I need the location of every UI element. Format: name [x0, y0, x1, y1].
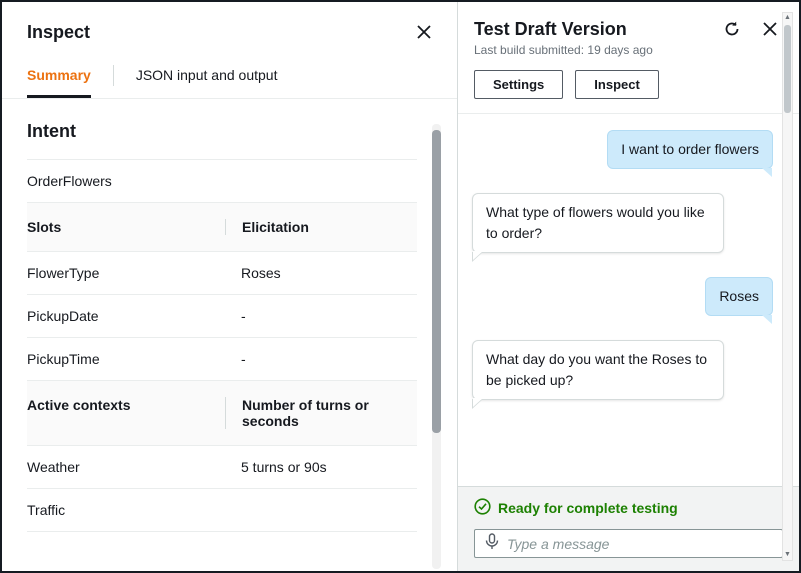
microphone-icon[interactable] [485, 533, 499, 555]
close-icon [761, 26, 779, 41]
last-build-text: Last build submitted: 19 days ago [474, 43, 781, 57]
context-name: Traffic [27, 502, 225, 518]
test-panel-header: Test Draft Version Last build submitte [458, 2, 799, 113]
chat-message-bot: What type of flowers would you like to o… [472, 193, 724, 253]
intent-heading: Intent [27, 99, 417, 160]
tab-separator [113, 65, 114, 86]
elicitation-header-label: Elicitation [225, 219, 417, 235]
contexts-table-header: Active contexts Number of turns or secon… [27, 381, 417, 446]
inspect-close-button[interactable] [413, 21, 435, 43]
table-row: PickupTime - [27, 338, 417, 381]
slot-name: FlowerType [27, 265, 225, 281]
status-text: Ready for complete testing [498, 500, 678, 516]
slot-name: PickupTime [27, 351, 225, 367]
message-input[interactable] [507, 536, 772, 552]
table-row: Traffic [27, 489, 417, 532]
slots-table-header: Slots Elicitation [27, 203, 417, 252]
intent-value: OrderFlowers [27, 173, 225, 189]
scroll-up-icon[interactable]: ▲ [783, 13, 792, 23]
message-input-container [474, 529, 783, 558]
tab-summary[interactable]: Summary [27, 55, 91, 98]
test-panel: Test Draft Version Last build submitte [458, 2, 799, 571]
chat-scrollbar-thumb[interactable] [784, 25, 791, 113]
context-name: Weather [27, 459, 225, 475]
refresh-icon [723, 26, 741, 41]
chat-footer: Ready for complete testing [458, 486, 799, 571]
tab-json-input-output[interactable]: JSON input and output [136, 55, 278, 98]
slots-header-label: Slots [27, 219, 225, 235]
settings-button[interactable]: Settings [474, 70, 563, 99]
inspect-scrollbar[interactable] [432, 124, 441, 569]
status-row: Ready for complete testing [474, 498, 783, 518]
test-close-button[interactable] [759, 18, 781, 40]
inspect-scrollbar-thumb[interactable] [432, 130, 441, 433]
turns-header-label: Number of turns or seconds [225, 397, 417, 429]
scroll-down-icon[interactable]: ▼ [783, 550, 792, 560]
slot-name: PickupDate [27, 308, 225, 324]
inspect-panel: Inspect Summary JSON input and output In… [2, 2, 458, 571]
table-row: FlowerType Roses [27, 252, 417, 295]
slot-value: - [225, 308, 417, 324]
table-row: Weather 5 turns or 90s [27, 446, 417, 489]
inspect-panel-title: Inspect [27, 22, 90, 43]
inspect-panel-header: Inspect [2, 2, 457, 55]
chat-message-bot: What day do you want the Roses to be pic… [472, 340, 724, 400]
context-value [225, 502, 417, 518]
chat-area: I want to order flowers What type of flo… [458, 114, 799, 486]
context-value: 5 turns or 90s [225, 459, 417, 475]
slot-value: - [225, 351, 417, 367]
intent-row: OrderFlowers [27, 160, 417, 203]
check-circle-icon [474, 498, 491, 518]
chat-message-user: Roses [705, 277, 773, 316]
close-icon [415, 29, 433, 44]
chat-message-user: I want to order flowers [607, 130, 773, 169]
inspect-button[interactable]: Inspect [575, 70, 659, 99]
slot-value: Roses [225, 265, 417, 281]
lex-test-window: Inspect Summary JSON input and output In… [0, 0, 801, 573]
chat-scrollbar[interactable]: ▲ ▼ [782, 12, 793, 561]
inspect-tabs: Summary JSON input and output [2, 55, 457, 99]
active-contexts-header-label: Active contexts [27, 397, 225, 429]
inspect-content: Intent OrderFlowers Slots Elicitation Fl… [2, 99, 457, 571]
table-row: PickupDate - [27, 295, 417, 338]
refresh-button[interactable] [721, 18, 743, 40]
test-panel-title: Test Draft Version [474, 19, 705, 40]
